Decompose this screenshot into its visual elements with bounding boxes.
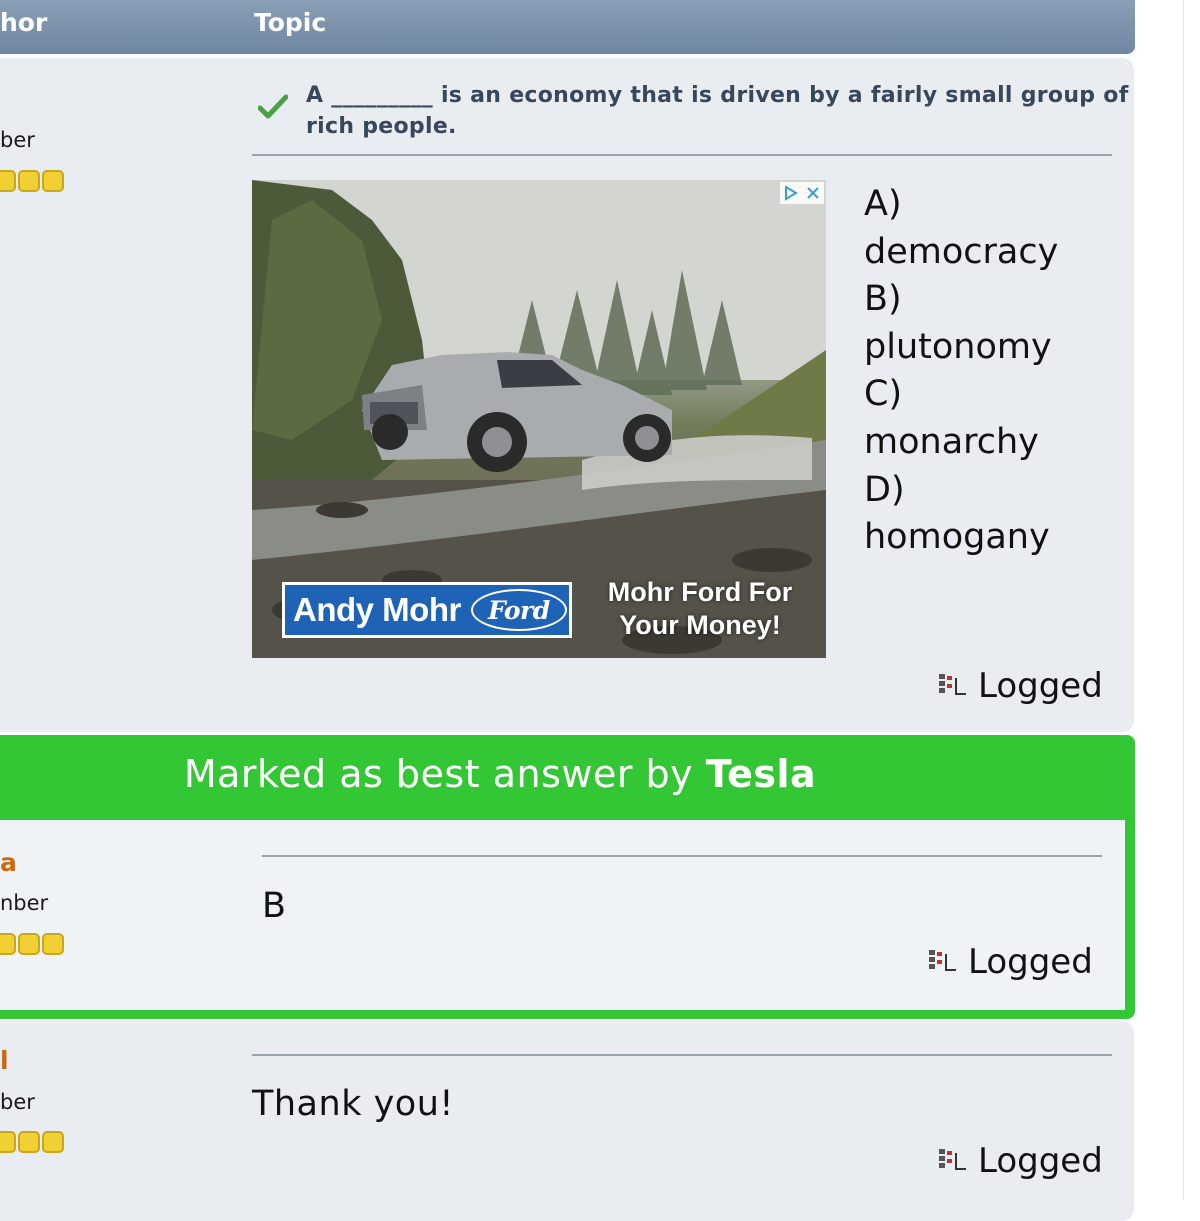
answer-line: D) <box>864 469 905 510</box>
answer-line: democracy <box>864 231 1059 272</box>
ad-close-icon[interactable] <box>802 182 824 204</box>
star-icon <box>18 1131 40 1153</box>
rank-stars <box>0 933 64 955</box>
logged-label: Logged <box>978 1141 1103 1181</box>
star-icon <box>42 1131 64 1153</box>
marked-by-user[interactable]: Tesla <box>706 752 816 796</box>
author-column-label: hor <box>0 8 48 37</box>
poster-role: ber <box>0 1090 35 1114</box>
post-reply <box>0 1021 1134 1221</box>
answer-options: A) democracy B) plutonomy C) monarchy D)… <box>864 181 1058 562</box>
ad-brand-text: Andy Mohr <box>293 591 461 628</box>
ad-choices-icon[interactable] <box>780 182 802 204</box>
post-body: Thank you! <box>252 1084 454 1124</box>
ip-logged-icon <box>939 1149 966 1170</box>
star-icon <box>18 170 40 192</box>
ad-brand-badge: Andy Mohr Ford <box>282 582 572 638</box>
post-subject-link[interactable]: A _________ is an economy that is driven… <box>306 80 1136 142</box>
topic-column-label: Topic <box>254 8 327 37</box>
page-gutter <box>1183 0 1200 1200</box>
advertisement[interactable]: Andy Mohr Ford Mohr Ford For Your Money! <box>252 180 826 658</box>
ad-controls <box>780 182 824 204</box>
poster-role: ber <box>0 128 35 152</box>
ford-logo: Ford <box>470 589 567 631</box>
poster-role: nber <box>0 891 49 915</box>
logged-label: Logged <box>968 942 1093 982</box>
logged-indicator: Logged <box>938 1141 1103 1181</box>
logged-indicator: Logged <box>928 942 1093 982</box>
answer-line: monarchy <box>864 421 1039 462</box>
star-icon <box>18 933 40 955</box>
topic-header-bar: hor Topic <box>0 0 1135 54</box>
answer-line: homogany <box>864 517 1050 558</box>
logged-label: Logged <box>978 666 1103 706</box>
star-icon <box>0 1131 16 1153</box>
ip-logged-icon <box>939 674 966 695</box>
answer-line: C) <box>864 374 903 415</box>
best-answer-title: Marked as best answer by Tesla <box>0 752 1000 796</box>
post-divider <box>252 1054 1112 1056</box>
logged-indicator: Logged <box>938 666 1103 706</box>
star-icon <box>0 933 16 955</box>
rank-stars <box>0 1131 64 1153</box>
rank-stars <box>0 170 64 192</box>
solved-check-icon <box>258 94 288 119</box>
star-icon <box>42 933 64 955</box>
answer-line: B) <box>864 279 902 320</box>
best-answer-prefix: Marked as best answer by <box>183 752 694 796</box>
poster-name[interactable]: a <box>0 848 17 877</box>
post-body: B <box>262 886 287 926</box>
answer-line: plutonomy <box>864 326 1052 367</box>
ad-tagline: Mohr Ford For Your Money! <box>607 577 793 640</box>
answer-line: A) <box>864 184 902 224</box>
star-icon <box>0 170 16 192</box>
poster-name[interactable]: l <box>0 1046 9 1075</box>
ip-logged-icon <box>929 950 956 971</box>
post-divider <box>262 855 1102 857</box>
star-icon <box>42 170 64 192</box>
post-divider <box>252 154 1112 156</box>
